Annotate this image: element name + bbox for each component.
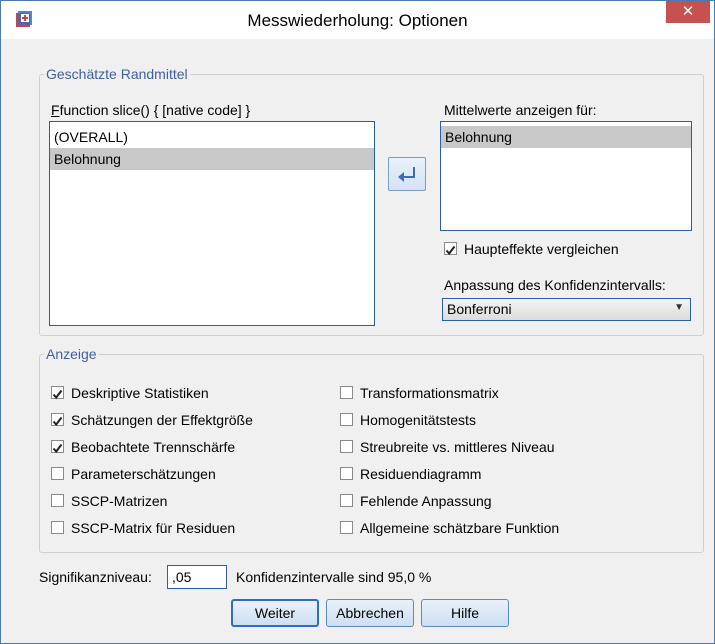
checkbox-box[interactable] [51, 521, 64, 534]
title-bar[interactable]: Messwiederholung: Optionen ✕ [1, 1, 714, 39]
significance-label: Signifikanzniveau: [39, 569, 152, 585]
checkbox-box[interactable] [340, 386, 353, 399]
checkbox-box[interactable] [51, 467, 64, 480]
display-means-listbox[interactable]: Belohnung [440, 121, 692, 231]
checkbox-box[interactable] [51, 386, 64, 400]
list-item[interactable]: (OVERALL) [50, 126, 374, 148]
checkbox-box[interactable] [51, 413, 64, 427]
list-item[interactable]: Belohnung [50, 148, 374, 170]
checkmark-icon [52, 443, 63, 454]
help-button[interactable]: Hilfe [421, 599, 509, 627]
checkbox-label: Beobachtete Trennschärfe [71, 439, 236, 455]
checkbox-box[interactable] [340, 413, 353, 426]
checkbox-box[interactable] [340, 467, 353, 480]
ci-adjustment-select[interactable]: Bonferroni ▼ [442, 298, 691, 321]
checkbox-label: Fehlende Anpassung [360, 493, 492, 509]
checkmark-icon [445, 245, 456, 256]
arrow-left-icon [398, 167, 415, 182]
checkbox-label: Deskriptive Statistiken [71, 385, 209, 401]
group-legend-display: Anzeige [44, 346, 99, 362]
checkbox-box[interactable] [444, 242, 457, 256]
ci-adjustment-label: Anpassung des Konfidenzintervalls: [444, 277, 666, 293]
checkbox-box[interactable] [340, 521, 353, 534]
group-legend-emm: Geschätzte Randmittel [44, 66, 190, 82]
factors-listbox[interactable]: (OVERALL) Belohnung [49, 121, 375, 326]
checkbox-label: Homogenitätstests [360, 412, 476, 428]
checkbox-box[interactable] [340, 494, 353, 507]
select-value: Bonferroni [447, 301, 512, 317]
move-to-display-means-button[interactable] [388, 157, 426, 191]
checkbox-label: Parameterschätzungen [71, 466, 216, 482]
continue-button[interactable]: Weiter [231, 599, 319, 627]
factors-label: Ffunction slice() { [native code] } [51, 102, 251, 118]
significance-input[interactable] [167, 565, 227, 589]
checkbox-box[interactable] [340, 440, 353, 453]
checkbox-box[interactable] [51, 494, 64, 507]
checkbox-label: Allgemeine schätzbare Funktion [360, 520, 560, 536]
checkbox-label: Haupteffekte vergleichen [464, 241, 619, 257]
list-item[interactable]: Belohnung [441, 126, 691, 148]
window-title: Messwiederholung: Optionen [247, 11, 468, 30]
checkmark-icon [52, 416, 63, 427]
confidence-interval-text: Konfidenzintervalle sind 95,0 % [236, 569, 432, 585]
close-button[interactable]: ✕ [666, 1, 710, 23]
checkbox-label: Transformationsmatrix [360, 385, 499, 401]
chevron-down-icon: ▼ [674, 302, 684, 313]
checkbox-label: Streubreite vs. mittleres Niveau [360, 439, 555, 455]
display-means-label: Mittelwerte anzeigen für: [444, 102, 597, 118]
checkbox-box[interactable] [51, 440, 64, 454]
cancel-button[interactable]: Abbrechen [326, 599, 414, 627]
checkbox-label: Residuendiagramm [360, 466, 482, 482]
checkbox-label: Schätzungen der Effektgröße [71, 412, 253, 428]
dialog-window: Messwiederholung: Optionen ✕ Geschätzte … [0, 0, 715, 644]
checkmark-icon [52, 389, 63, 400]
checkbox-label: SSCP-Matrix für Residuen [71, 520, 236, 536]
checkbox-label: SSCP-Matrizen [71, 493, 168, 509]
